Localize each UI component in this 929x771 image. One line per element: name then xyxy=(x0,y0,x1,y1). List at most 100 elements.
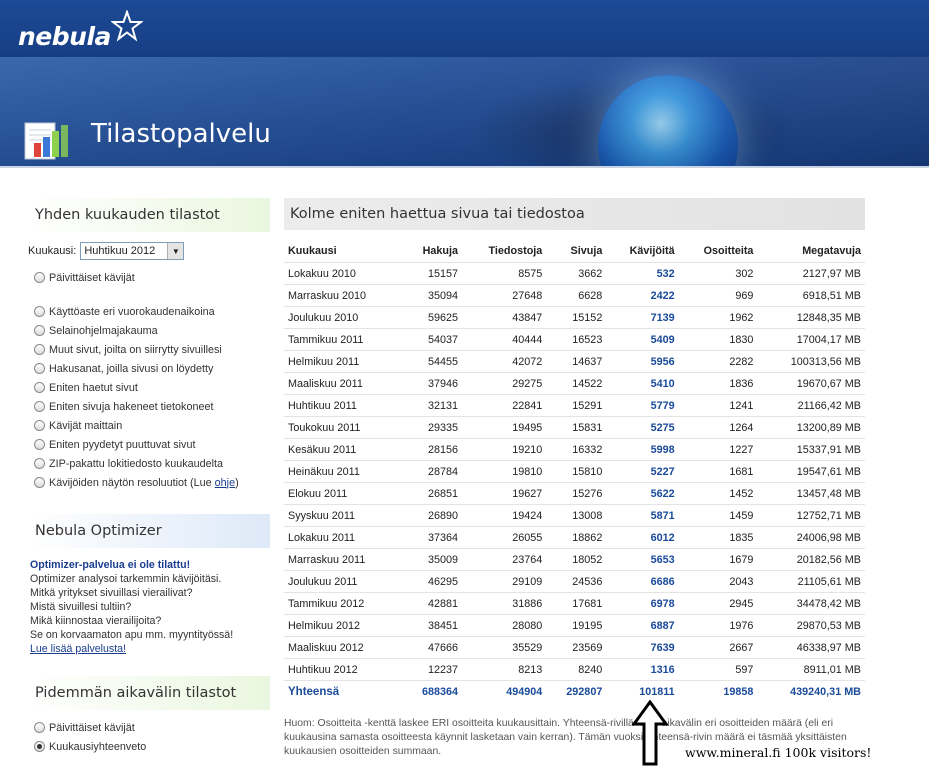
radio-button-selected[interactable] xyxy=(34,741,45,752)
radio-button[interactable] xyxy=(34,306,45,317)
sidebar: Yhden kuukauden tilastot Kuukausi: Huhti… xyxy=(28,198,270,756)
radio-button[interactable] xyxy=(34,477,45,488)
table-cell: 17681 xyxy=(546,592,607,615)
col-header: Osoitteita xyxy=(678,240,758,263)
table-row: Lokakuu 2010 15157 8575 3662 532 302 2127,97 M… xyxy=(284,262,865,285)
radio-button[interactable] xyxy=(34,272,45,283)
radio-long-monthly-summary[interactable]: Kuukausiyhteenveto xyxy=(28,737,270,756)
table-cell: 40444 xyxy=(462,328,547,351)
table-cell: 5653 xyxy=(606,548,679,571)
table-cell: Kesäkuu 2011 xyxy=(284,438,402,461)
table-cell: 6978 xyxy=(606,592,679,615)
table-cell: 54037 xyxy=(402,328,463,351)
radio-button[interactable] xyxy=(34,439,45,450)
radio-option[interactable]: ZIP-pakattu lokitiedosto kuukaudelta xyxy=(28,454,270,473)
table-cell: 8911,01 MB xyxy=(757,658,865,681)
table-cell: 597 xyxy=(678,658,758,681)
radio-long-daily[interactable]: Päivittäiset kävijät xyxy=(28,718,270,737)
table-cell: 2945 xyxy=(678,592,758,615)
table-cell: 6012 xyxy=(606,526,679,549)
table-cell: 19210 xyxy=(462,438,547,461)
radio-button[interactable] xyxy=(34,344,45,355)
month-label: Kuukausi: xyxy=(28,245,77,257)
radio-option[interactable]: Käyttöaste eri vuorokaudenaikoina xyxy=(28,302,270,321)
table-cell: 7639 xyxy=(606,636,679,659)
table-cell: Marraskuu 2010 xyxy=(284,284,402,307)
long-term-stats-heading: Pidemmän aikavälin tilastot xyxy=(28,676,270,710)
logo-text: nebula xyxy=(18,22,111,51)
table-cell: 19195 xyxy=(546,614,607,637)
table-cell: 1681 xyxy=(678,460,758,483)
table-cell: 15291 xyxy=(546,394,607,417)
radio-button[interactable] xyxy=(34,420,45,431)
table-cell: 26890 xyxy=(402,504,463,527)
radio-daily-visitors[interactable]: Päivittäiset kävijät xyxy=(28,268,270,287)
table-cell: 19547,61 MB xyxy=(757,460,865,483)
table-cell: 439240,31 MB xyxy=(790,686,861,698)
radio-option[interactable]: Eniten sivuja hakeneet tietokoneet xyxy=(28,397,270,416)
table-header-row: Kuukausi Hakuja Tiedostoja Sivuja Kävijö… xyxy=(284,240,865,263)
radio-button[interactable] xyxy=(34,401,45,412)
table-cell: 27648 xyxy=(462,284,547,307)
table-cell: 17004,17 MB xyxy=(757,328,865,351)
table-cell: 2127,97 MB xyxy=(757,262,865,285)
table-cell: 1836 xyxy=(678,372,758,395)
table-row: Kesäkuu 2011 28156 19210 16332 5998 1227 15337… xyxy=(284,438,865,461)
radio-option-resolution[interactable]: Kävijöiden näytön resoluutiot (Lue ohje) xyxy=(28,473,270,492)
radio-button[interactable] xyxy=(34,363,45,374)
radio-button[interactable] xyxy=(34,325,45,336)
table-cell: Toukokuu 2011 xyxy=(284,416,402,439)
table-cell: 688364 xyxy=(422,686,459,698)
radio-button[interactable] xyxy=(34,382,45,393)
top-bar: nebula xyxy=(0,0,929,57)
chevron-down-icon[interactable]: ▼ xyxy=(167,243,184,259)
table-cell: 32131 xyxy=(402,394,463,417)
radio-option[interactable]: Eniten haetut sivut xyxy=(28,378,270,397)
radio-option[interactable]: Eniten pyydetyt puuttuvat sivut xyxy=(28,435,270,454)
table-row: Helmikuu 2011 54455 42072 14637 5956 2282 1003… xyxy=(284,350,865,373)
table-row: Toukokuu 2011 29335 19495 15831 5275 1264 1320… xyxy=(284,416,865,439)
col-header: Tiedostoja xyxy=(462,240,547,263)
table-row: Joulukuu 2011 46295 29109 24536 6686 2043 2110… xyxy=(284,570,865,593)
table-cell: 19495 xyxy=(462,416,547,439)
table-cell: 1227 xyxy=(678,438,758,461)
table-cell: 8575 xyxy=(462,262,547,285)
radio-option[interactable]: Kävijät maittain xyxy=(28,416,270,435)
table-cell: 532 xyxy=(606,262,679,285)
table-row: Maaliskuu 2012 47666 35529 23569 7639 2667 463… xyxy=(284,636,865,659)
table-cell: 15810 xyxy=(546,460,607,483)
table-cell: 38451 xyxy=(402,614,463,637)
table-cell: 29870,53 MB xyxy=(757,614,865,637)
radio-option[interactable]: Selainohjelmajakauma xyxy=(28,321,270,340)
table-cell: 18052 xyxy=(546,548,607,571)
table-row: Maaliskuu 2011 37946 29275 14522 5410 1836 196… xyxy=(284,372,865,395)
table-cell: 26851 xyxy=(402,482,463,505)
table-cell: Joulukuu 2010 xyxy=(284,306,402,329)
table-cell: 5956 xyxy=(606,350,679,373)
table-cell: Helmikuu 2012 xyxy=(284,614,402,637)
month-select[interactable]: Huhtikuu 2012 ▼ xyxy=(80,242,185,260)
optimizer-read-more-link[interactable]: Lue lisää palvelusta! xyxy=(30,642,270,656)
table-cell: 37364 xyxy=(402,526,463,549)
help-link[interactable]: ohje xyxy=(215,477,235,489)
table-cell: 54455 xyxy=(402,350,463,373)
table-cell: 19858 xyxy=(723,686,754,698)
table-cell: 12848,35 MB xyxy=(757,306,865,329)
table-cell: 2422 xyxy=(606,284,679,307)
radio-button[interactable] xyxy=(34,458,45,469)
table-cell: 23764 xyxy=(462,548,547,571)
table-cell: 1835 xyxy=(678,526,758,549)
table-cell: 1241 xyxy=(678,394,758,417)
table-cell: 14637 xyxy=(546,350,607,373)
monthly-summary-table: Kuukausi Hakuja Tiedostoja Sivuja Kävijö… xyxy=(284,240,865,703)
table-cell: 5779 xyxy=(606,394,679,417)
table-cell: 15152 xyxy=(546,306,607,329)
table-cell: 5227 xyxy=(606,460,679,483)
radio-option[interactable]: Hakusanat, joilla sivusi on löydetty xyxy=(28,359,270,378)
radio-option[interactable]: Muut sivut, joilta on siirrytty sivuille… xyxy=(28,340,270,359)
table-cell: 1830 xyxy=(678,328,758,351)
table-cell: 1962 xyxy=(678,306,758,329)
table-cell: 35094 xyxy=(402,284,463,307)
table-cell: 19627 xyxy=(462,482,547,505)
radio-button[interactable] xyxy=(34,722,45,733)
